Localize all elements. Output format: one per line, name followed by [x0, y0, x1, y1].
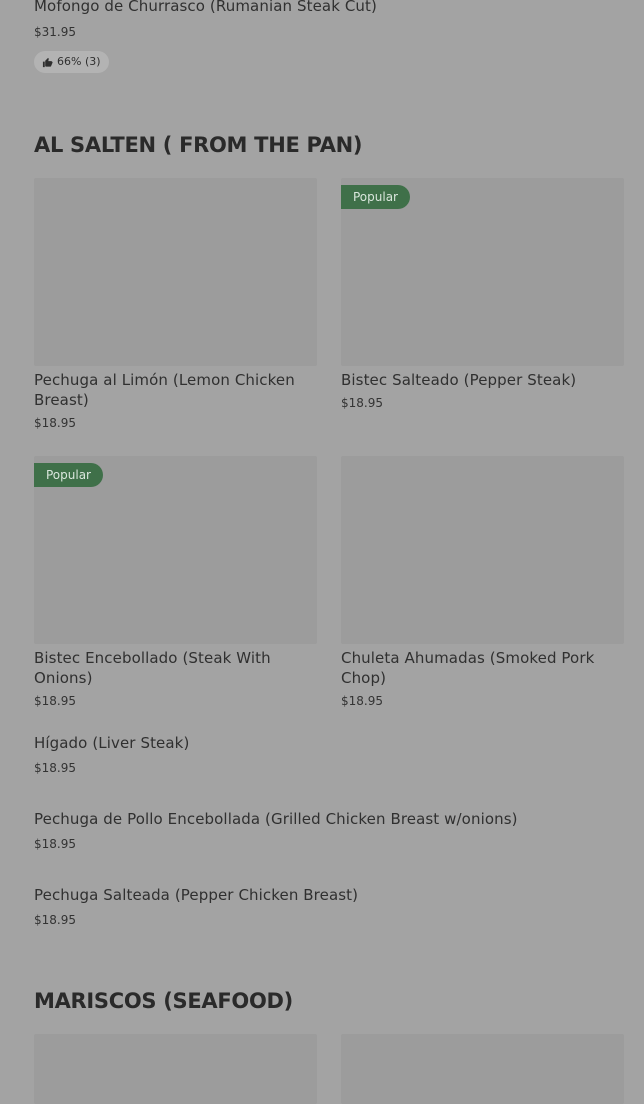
menu-item-mofongo-churrasco[interactable]: Mofongo de Churrasco (Rumanian Steak Cut…	[34, 0, 624, 76]
item-name: Mofongo de Churrasco (Rumanian Steak Cut…	[34, 0, 377, 15]
item-price: $18.95	[34, 694, 76, 708]
popular-badge: Popular	[34, 463, 103, 487]
item-name: Bistec Salteado (Pepper Steak)	[341, 371, 577, 389]
menu-card-pechuga-limon[interactable]: Pechuga al Limón (Lemon Chicken Breast) …	[34, 178, 317, 438]
item-name: Hígado (Liver Steak)	[34, 734, 190, 752]
section-title-mariscos: MARISCOS (SEAFOOD)	[34, 989, 293, 1013]
rating-text: 66% (3)	[57, 55, 101, 68]
item-name: Pechuga de Pollo Encebollada (Grilled Ch…	[34, 810, 518, 828]
item-image	[34, 178, 317, 366]
item-price: $18.95	[34, 416, 76, 430]
menu-card-chuleta-ahumadas[interactable]: Chuleta Ahumadas (Smoked Pork Chop) $18.…	[341, 456, 624, 716]
item-price: $18.95	[34, 837, 76, 851]
menu-item-pechuga-salteada[interactable]: Pechuga Salteada (Pepper Chicken Breast)…	[34, 885, 624, 935]
section-title-al-salten: AL SALTEN ( FROM THE PAN)	[34, 133, 363, 157]
menu-item-pechuga-pollo-encebollada[interactable]: Pechuga de Pollo Encebollada (Grilled Ch…	[34, 809, 624, 859]
thumbs-up-icon	[42, 57, 53, 68]
popular-badge: Popular	[341, 185, 410, 209]
menu-item-higado[interactable]: Hígado (Liver Steak) $18.95	[34, 733, 624, 783]
item-price: $18.95	[34, 913, 76, 927]
item-name: Bistec Encebollado (Steak With Onions)	[34, 649, 271, 687]
item-image	[341, 456, 624, 644]
menu-card-image-partial-1[interactable]	[34, 1034, 317, 1104]
item-name: Pechuga al Limón (Lemon Chicken Breast)	[34, 371, 295, 409]
menu-card-bistec-encebollado[interactable]: Popular Bistec Encebollado (Steak With O…	[34, 456, 317, 716]
item-name: Pechuga Salteada (Pepper Chicken Breast)	[34, 886, 359, 904]
item-name: Chuleta Ahumadas (Smoked Pork Chop)	[341, 649, 595, 687]
menu-card-image-partial-2[interactable]	[341, 1034, 624, 1104]
item-price: $18.95	[341, 694, 383, 708]
item-price: $18.95	[34, 761, 76, 775]
rating-badge: 66% (3)	[34, 51, 109, 73]
item-price: $18.95	[341, 396, 383, 410]
menu-card-bistec-salteado[interactable]: Popular Bistec Salteado (Pepper Steak) $…	[341, 178, 624, 438]
item-price: $31.95	[34, 25, 76, 39]
menu-page: Mofongo de Churrasco (Rumanian Steak Cut…	[0, 0, 644, 1104]
